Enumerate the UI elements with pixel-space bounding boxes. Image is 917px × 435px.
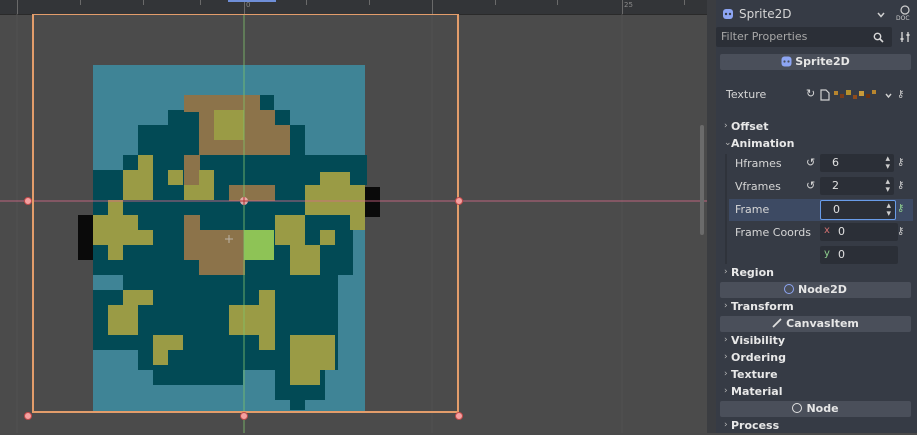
node-name: Sprite2D (739, 7, 792, 21)
frame-row: Frame 0 ▴ ▾ ⚷ (729, 199, 913, 221)
texture-property-row: Texture ↻ ⚷ (716, 82, 917, 108)
canvas-viewport[interactable]: 0 25 (0, 0, 708, 433)
class-header-sprite2d[interactable]: Sprite2D (720, 54, 911, 70)
hframes-value: 6 (832, 156, 839, 169)
section-transform-label: Transform (731, 300, 794, 313)
keyframe-add-icon[interactable]: ⚷ (897, 203, 904, 214)
spin-arrows-icon[interactable]: ▴ ▾ (885, 155, 890, 172)
vframes-spinbox[interactable]: 2 ▴ ▾ (820, 177, 894, 195)
coord-y-label: y (824, 248, 830, 259)
ruler-label-right: 25 (624, 1, 633, 9)
keyframe-key-icon[interactable]: ⚷ (897, 157, 904, 168)
hframes-row: Hframes ↺ 6 ▴ ▾ ⚷ (716, 154, 917, 174)
class-node2d-label: Node2D (798, 283, 847, 296)
coord-x-value: 0 (838, 225, 845, 238)
node-circle-icon (792, 403, 803, 413)
spin-arrows-icon[interactable]: ▴ ▾ (886, 202, 891, 219)
section-offset-label: Offset (731, 120, 769, 133)
class-sprite2d-label: Sprite2D (795, 55, 850, 68)
sprite2d-class-icon (781, 56, 792, 67)
coord-x-label: x (824, 225, 830, 236)
filter-options-button[interactable] (896, 27, 914, 47)
section-texture-label: Texture (731, 368, 778, 381)
tools-icon (900, 32, 910, 42)
hframes-spinbox[interactable]: 6 ▴ ▾ (820, 154, 894, 172)
frame-spinbox[interactable]: 0 ▴ ▾ (820, 200, 896, 220)
section-region[interactable]: › Region (716, 265, 917, 282)
class-header-canvasitem[interactable]: CanvasItem (720, 316, 911, 332)
viewport-scrollbar[interactable] (700, 125, 704, 235)
section-visibility-label: Visibility (731, 334, 786, 347)
texture-file-icon (820, 89, 830, 101)
class-header-node[interactable]: Node (720, 401, 911, 417)
section-offset[interactable]: › Offset (716, 119, 917, 136)
section-material[interactable]: › Material (716, 384, 917, 401)
section-texture[interactable]: › Texture (716, 367, 917, 384)
filter-properties-placeholder: Filter Properties (721, 30, 808, 43)
ruler-label-zero: 0 (246, 1, 251, 9)
sprite2d-icon (723, 9, 733, 19)
section-process-label: Process (731, 419, 780, 432)
scene-canvas[interactable] (0, 14, 708, 433)
section-ordering-label: Ordering (731, 351, 787, 364)
chevron-right-icon: › (724, 386, 728, 396)
chevron-right-icon: › (724, 352, 728, 362)
revert-icon[interactable]: ↺ (806, 156, 815, 169)
chevron-down-icon (877, 12, 885, 18)
class-canvasitem-label: CanvasItem (786, 317, 859, 330)
chevron-right-icon: › (724, 369, 728, 379)
vframes-value: 2 (832, 179, 839, 192)
section-material-label: Material (731, 385, 783, 398)
hframes-label: Hframes (735, 157, 782, 170)
chevron-down-icon[interactable] (884, 91, 893, 100)
spin-arrows-icon[interactable]: ▴ ▾ (885, 178, 890, 195)
frame-coord-y-field[interactable]: y 0 (820, 246, 898, 264)
coord-y-value: 0 (838, 248, 845, 261)
reload-icon[interactable]: ↻ (806, 87, 815, 100)
frame-coords-row: Frame Coords x 0 y 0 ⚷ (716, 223, 917, 265)
help-doc-icon (900, 5, 910, 15)
node-selector[interactable]: Sprite2D (720, 4, 888, 24)
frame-value: 0 (833, 203, 840, 216)
inspector-panel: Sprite2D DOC Filter Properties Sprite2D (716, 0, 917, 433)
class-header-node2d[interactable]: Node2D (720, 282, 911, 298)
panel-splitter[interactable] (707, 0, 716, 433)
filter-properties-field[interactable]: Filter Properties (716, 27, 892, 47)
chevron-right-icon: › (724, 301, 728, 311)
section-region-label: Region (731, 266, 774, 279)
frame-coord-x-field[interactable]: x 0 (820, 223, 898, 241)
top-ruler[interactable]: 0 25 (0, 0, 708, 15)
search-icon (873, 32, 884, 43)
section-visibility[interactable]: › Visibility (716, 333, 917, 350)
keyframe-key-icon[interactable]: ⚷ (897, 180, 904, 191)
section-animation[interactable]: ⌄ Animation (716, 136, 917, 153)
doc-button[interactable]: DOC (896, 4, 914, 24)
canvasitem-pencil-icon (772, 318, 782, 328)
texture-preview-thumbnail[interactable] (832, 88, 880, 102)
texture-label: Texture (726, 88, 767, 101)
frame-coords-label: Frame Coords (735, 226, 811, 239)
keyframe-key-icon[interactable]: ⚷ (897, 226, 904, 237)
section-transform[interactable]: › Transform (716, 299, 917, 316)
chevron-right-icon: › (724, 420, 728, 430)
revert-icon[interactable]: ↺ (806, 179, 815, 192)
class-node-label: Node (806, 402, 839, 415)
node2d-icon (784, 284, 795, 294)
vframes-label: Vframes (735, 180, 781, 193)
vframes-row: Vframes ↺ 2 ▴ ▾ ⚷ (716, 177, 917, 197)
pivot-icon[interactable] (240, 197, 248, 205)
chevron-right-icon: › (724, 335, 728, 345)
frame-label: Frame (735, 203, 770, 216)
chevron-right-icon: › (724, 121, 728, 131)
keyframe-key-icon[interactable]: ⚷ (897, 89, 904, 100)
section-ordering[interactable]: › Ordering (716, 350, 917, 367)
section-animation-label: Animation (731, 137, 795, 150)
doc-label: DOC (896, 15, 910, 22)
chevron-right-icon: › (724, 267, 728, 277)
section-process[interactable]: › Process (716, 418, 917, 435)
